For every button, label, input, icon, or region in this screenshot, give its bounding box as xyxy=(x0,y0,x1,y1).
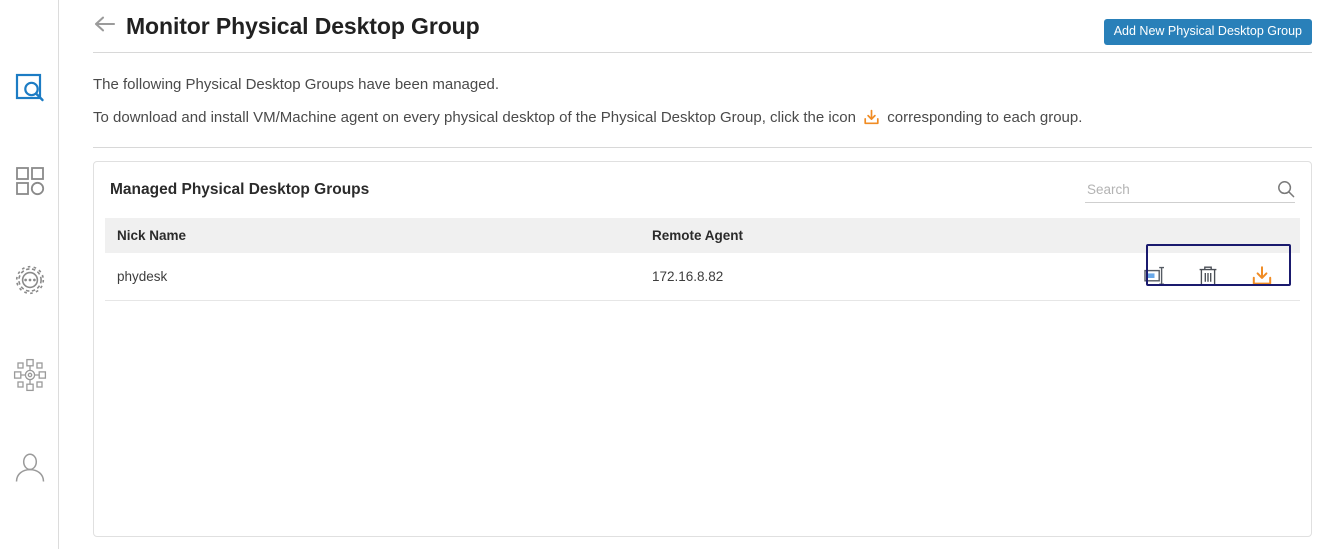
column-header-actions xyxy=(1120,218,1300,253)
cell-remote-agent: 172.16.8.82 xyxy=(640,253,1120,301)
page-title: Monitor Physical Desktop Group xyxy=(126,12,480,39)
cell-actions xyxy=(1120,253,1300,301)
description-line-2-after: corresponding to each group. xyxy=(887,109,1083,126)
table-row[interactable]: phydesk 172.16.8.82 xyxy=(105,253,1300,301)
search-icon[interactable] xyxy=(1277,180,1295,198)
download-agent-icon[interactable] xyxy=(1250,264,1274,288)
managed-groups-table: Nick Name Remote Agent phydesk 172.16.8.… xyxy=(105,218,1300,301)
monitor-search-icon xyxy=(13,71,47,105)
description-divider xyxy=(93,147,1312,148)
table-header-row: Nick Name Remote Agent xyxy=(105,218,1300,253)
network-topology-icon xyxy=(12,357,48,393)
app-root: Monitor Physical Desktop Group Add New P… xyxy=(0,0,1325,549)
arrow-left-icon xyxy=(94,15,116,38)
table-head: Nick Name Remote Agent xyxy=(105,218,1300,253)
page-header: Monitor Physical Desktop Group Add New P… xyxy=(93,0,1312,52)
sidebar-item-dashboard[interactable] xyxy=(0,157,59,205)
sidebar-item-monitor[interactable] xyxy=(0,64,59,112)
description-line-2: To download and install VM/Machine agent… xyxy=(93,101,1312,138)
card-header: Managed Physical Desktop Groups xyxy=(94,162,1311,218)
gear-settings-icon xyxy=(12,262,48,298)
description-line-1: The following Physical Desktop Groups ha… xyxy=(93,76,500,93)
search-input[interactable] xyxy=(1085,180,1277,198)
user-profile-icon xyxy=(12,450,48,486)
row-action-group xyxy=(1132,264,1300,288)
delete-trash-icon[interactable] xyxy=(1196,264,1220,288)
back-button[interactable] xyxy=(93,14,117,38)
description-block: The following Physical Desktop Groups ha… xyxy=(93,53,1312,147)
cell-nick-name: phydesk xyxy=(105,253,640,301)
card-title: Managed Physical Desktop Groups xyxy=(110,181,370,198)
console-icon[interactable] xyxy=(1142,264,1166,288)
left-sidebar xyxy=(0,0,59,549)
sidebar-item-settings[interactable] xyxy=(0,256,59,304)
column-header-nick-name: Nick Name xyxy=(105,218,640,253)
table-body: phydesk 172.16.8.82 xyxy=(105,253,1300,301)
sidebar-item-topology[interactable] xyxy=(0,351,59,399)
description-line-2-before: To download and install VM/Machine agent… xyxy=(93,109,856,126)
managed-groups-card: Managed Physical Desktop Groups Nick Nam… xyxy=(93,161,1312,537)
column-header-remote-agent: Remote Agent xyxy=(640,218,1120,253)
sidebar-item-user[interactable] xyxy=(0,444,59,492)
add-new-physical-desktop-group-button[interactable]: Add New Physical Desktop Group xyxy=(1103,19,1312,45)
download-agent-inline-icon xyxy=(863,105,880,138)
grid-dashboard-icon xyxy=(14,165,46,197)
search-box xyxy=(1085,180,1295,203)
main-content: Monitor Physical Desktop Group Add New P… xyxy=(59,0,1325,549)
